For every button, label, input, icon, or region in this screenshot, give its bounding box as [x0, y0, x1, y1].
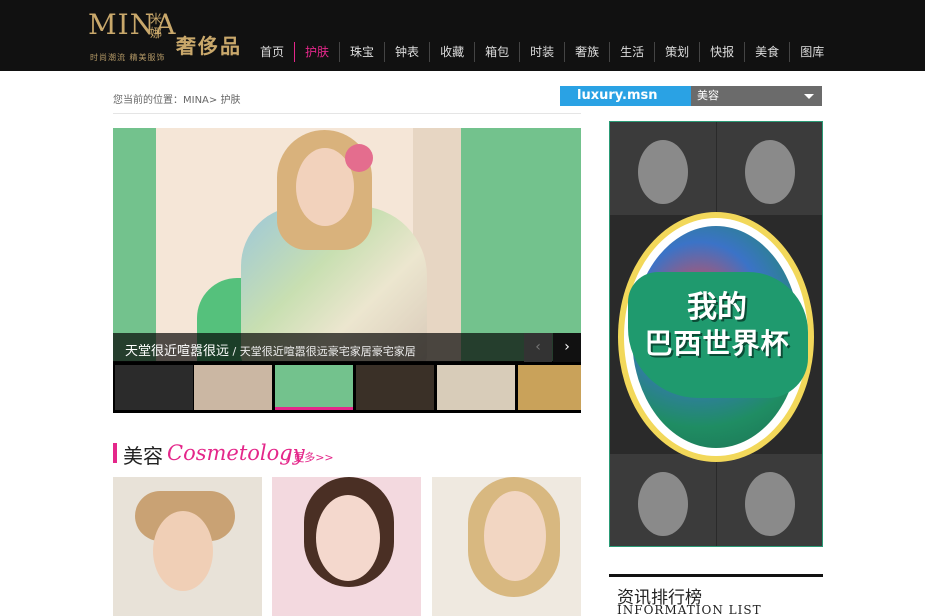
- nav-item[interactable]: 珠宝: [339, 42, 384, 62]
- channel-title[interactable]: 奢侈品: [176, 30, 242, 59]
- category-select[interactable]: 美容: [691, 86, 822, 106]
- nav-item[interactable]: 护肤: [294, 42, 339, 62]
- nav-item[interactable]: 快报: [699, 42, 744, 62]
- nav-item[interactable]: 钟表: [384, 42, 429, 62]
- advertisement-banner[interactable]: 我的 巴西世界杯: [609, 121, 823, 547]
- ad-face: [745, 140, 795, 204]
- slider-thumbnail[interactable]: [518, 365, 581, 410]
- section-title-cn: 美容: [123, 444, 163, 468]
- section-marker: [113, 443, 117, 463]
- card-face: [316, 495, 380, 581]
- ad-photo: [717, 454, 822, 546]
- ranking-title-en: INFORMATION LIST: [617, 603, 762, 616]
- logo-tagline: 时尚潮流 精美服饰: [90, 53, 166, 62]
- ad-face: [638, 140, 688, 204]
- nav-item[interactable]: 生活: [609, 42, 654, 62]
- nav-item[interactable]: 美食: [744, 42, 789, 62]
- ad-face: [638, 472, 688, 536]
- next-arrow-icon[interactable]: ›: [553, 333, 581, 362]
- category-select-value: 美容: [697, 89, 719, 102]
- card-face: [153, 511, 213, 591]
- divider: [113, 113, 581, 114]
- slider-thumbnail[interactable]: [115, 365, 193, 410]
- ad-photo: [610, 454, 716, 546]
- slider-thumbnail[interactable]: [437, 365, 515, 410]
- slide-caption[interactable]: 天堂很近喧嚣很远 / 天堂很近喧嚣很远豪宅家居豪宅家居: [113, 333, 581, 362]
- article-thumbnail[interactable]: [272, 477, 421, 616]
- breadcrumb: 您当前的位置：MINA> 护肤: [113, 95, 241, 106]
- thumbnail-strip: [113, 362, 581, 413]
- ad-headline: 我的: [687, 290, 747, 325]
- luxury-switcher: luxury.msn 美容: [560, 86, 822, 106]
- flower-ornament: [345, 144, 373, 172]
- ad-headline-2: 巴西世界杯: [644, 327, 790, 360]
- caption-title: 天堂很近喧嚣很远: [125, 344, 230, 359]
- logo-chinese: 米娜: [150, 12, 163, 40]
- ad-photo: [610, 122, 716, 215]
- hero-slider: 天堂很近喧嚣很远 / 天堂很近喧嚣很远豪宅家居豪宅家居 ‹ ›: [113, 128, 581, 413]
- site-logo[interactable]: MINA 米娜 时尚潮流 精美服饰: [88, 8, 175, 66]
- slider-thumbnail[interactable]: [275, 365, 353, 410]
- ad-face: [745, 472, 795, 536]
- prev-arrow-icon[interactable]: ‹: [524, 333, 552, 362]
- top-header: MINA 米娜 时尚潮流 精美服饰 奢侈品 首页 护肤 珠宝 钟表 收藏 箱包 时装 奢族 生活…: [0, 0, 925, 71]
- slide-image[interactable]: [113, 128, 581, 361]
- chevron-down-icon: [804, 94, 814, 99]
- article-thumbnail[interactable]: [432, 477, 581, 616]
- card-face: [484, 491, 546, 581]
- nav-item[interactable]: 策划: [654, 42, 699, 62]
- nav-item[interactable]: 奢族: [564, 42, 609, 62]
- ranking-header: 资讯排行榜 INFORMATION LIST: [609, 574, 823, 616]
- nav-item[interactable]: 图库: [789, 42, 834, 62]
- ad-photo: [717, 122, 822, 215]
- slider-thumbnail[interactable]: [356, 365, 434, 410]
- article-thumbnail[interactable]: [113, 477, 262, 616]
- section-title-en: Cosmetology: [167, 441, 305, 465]
- nav-item[interactable]: 首页: [250, 42, 294, 62]
- slider-thumbnail[interactable]: [194, 365, 272, 410]
- nav-item[interactable]: 时装: [519, 42, 564, 62]
- caption-subtitle: / 天堂很近喧嚣很远豪宅家居豪宅家居: [229, 345, 416, 358]
- more-link[interactable]: / 更多>>: [286, 449, 334, 465]
- nav-item[interactable]: 箱包: [474, 42, 519, 62]
- caption-text: 天堂很近喧嚣很远 / 天堂很近喧嚣很远豪宅家居豪宅家居: [125, 340, 416, 359]
- main-nav: 首页 护肤 珠宝 钟表 收藏 箱包 时装 奢族 生活 策划 快报 美食 图库: [250, 42, 834, 62]
- nav-item[interactable]: 收藏: [429, 42, 474, 62]
- luxury-label[interactable]: luxury.msn: [560, 86, 691, 106]
